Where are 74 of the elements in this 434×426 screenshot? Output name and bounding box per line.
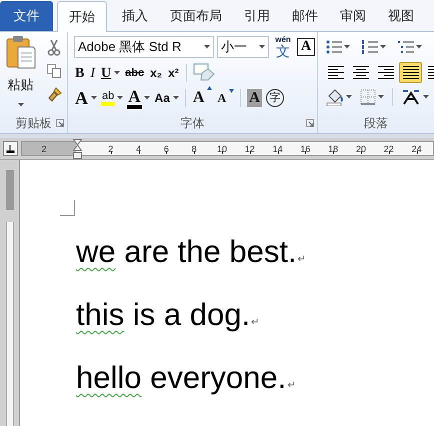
paragraph-mark: ↵ [251,316,260,330]
format-button[interactable]: Aa [154,89,171,107]
ruler-number: 12 [244,143,255,156]
font-color-button[interactable]: A [127,88,142,108]
paragraph-text: hello everyone. [76,359,286,396]
underline-button[interactable]: U [100,62,112,84]
format-button[interactable]: x₂ [149,64,164,82]
caret-icon [344,45,350,49]
paragraph-mark: ↵ [298,253,306,267]
ruler-number: 2 [42,143,46,156]
caret-icon [416,45,422,49]
paragraph-mark: ↵ [287,379,296,393]
ribbon-tab[interactable]: 引用 [233,1,281,31]
caret-icon [378,95,384,99]
ruler-number: 10 [217,143,227,156]
ribbon-tab[interactable]: 插入 [111,1,159,31]
bold-button[interactable]: B [74,62,86,84]
font-name-field[interactable]: Adobe 黑体 Std R [74,36,214,58]
character-shading-button[interactable]: A [247,88,262,108]
italic-button[interactable]: I [89,62,96,84]
numbering-icon[interactable] [362,39,378,55]
dialog-launcher-icon[interactable] [56,119,64,127]
group-label: 剪贴板 [16,115,52,132]
ribbon-tab[interactable]: 审阅 [329,1,377,31]
ruler-number: 8 [192,143,197,156]
caret-icon [259,45,265,49]
ruler-number: 16 [300,143,310,156]
highlight-button[interactable]: ab [101,90,116,106]
margin-corner-mark [60,200,75,216]
caret-icon [18,102,24,106]
tab-stop-icon[interactable] [3,141,18,156]
dialog-launcher-icon[interactable] [306,119,314,127]
paragraph-text: this is a dog. [76,296,250,333]
font-size-field[interactable]: 小一 [217,36,269,58]
ribbon-tab[interactable]: 开始 [57,1,107,32]
strikethrough-button[interactable]: abc [124,64,146,82]
ribbon-tab[interactable]: 页面布局 [159,1,233,31]
ribbon-tab[interactable]: 视图 [377,1,425,31]
caret-icon [204,45,210,49]
borders-icon[interactable] [360,89,376,105]
paintbrush-icon[interactable] [47,86,63,102]
caret-icon [380,45,386,49]
down-arrow-icon [229,89,234,93]
group-label: 段落 [364,115,388,132]
sort-icon[interactable] [401,89,421,105]
grow-font-button[interactable]: A [192,86,206,110]
ruler-number: 6 [164,143,169,156]
ruler-number: 20 [356,143,366,156]
shrink-font-button[interactable]: A [216,89,228,107]
format-button[interactable]: x² [167,64,180,82]
indent-marker[interactable] [73,139,82,159]
text-effect-button[interactable]: A [74,84,89,112]
ruler-number: 14 [272,143,283,156]
phonetic-guide-button[interactable]: wén 文 [272,36,294,58]
enclose-character-button[interactable]: 字 [266,89,284,107]
group-label: 字体 [180,115,204,132]
paste-button[interactable]: 粘贴 [4,35,37,113]
ruler-number: 22 [384,143,394,156]
caret-icon [423,95,429,99]
copy-icon[interactable] [47,64,61,78]
character-border-button[interactable]: A [297,38,315,56]
paint-bucket-icon[interactable] [326,88,344,106]
multilevel-list-icon[interactable] [398,39,414,55]
caret-icon [346,95,352,99]
up-arrow-icon [207,86,212,90]
scissors-icon[interactable] [47,40,61,56]
file-tab[interactable]: 文件 [0,1,53,31]
justify-align-button[interactable] [399,62,422,82]
clipboard-icon [6,35,36,69]
ruler-number: 24 [412,143,422,156]
bullets-icon[interactable] [326,39,342,55]
ribbon-tab[interactable]: 邮件 [281,1,329,31]
ruler-number: 18 [328,143,338,156]
paragraph-text: we are the best. [76,233,297,270]
